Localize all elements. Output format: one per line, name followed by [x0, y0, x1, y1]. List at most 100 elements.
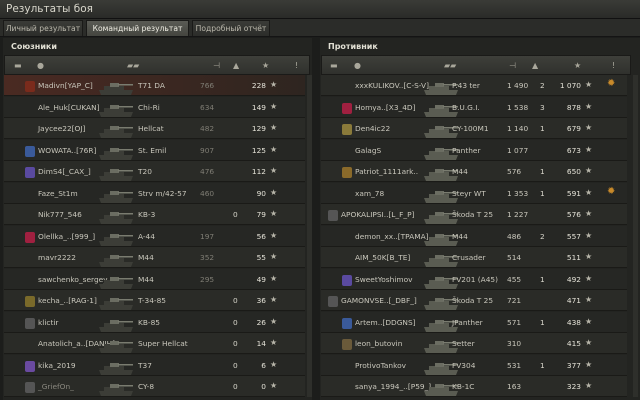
enemy-row[interactable]: leon_butovin Setter 310 415 ★	[321, 333, 627, 354]
player-name[interactable]: kika_2019	[38, 361, 76, 370]
points-value: 0	[261, 382, 266, 391]
enemy-row[interactable]: GalagS Panther 1 077 673 ★	[321, 139, 627, 161]
player-name[interactable]: mavr2222	[38, 253, 76, 262]
ally-row[interactable]: kecha_..[RAG-1] T-34-85 0 36 ★	[4, 290, 305, 311]
tank-col-icon[interactable]: ▰▰	[444, 61, 456, 70]
tank-name: CY-100M1	[452, 124, 489, 133]
tank-icon	[96, 210, 136, 225]
clan-badge-icon	[328, 210, 338, 221]
damage-value: 1 353	[507, 188, 529, 198]
clan-badge-icon	[25, 167, 35, 178]
player-name[interactable]: Madivn[YAP_C]	[38, 81, 93, 90]
enemy-row[interactable]: APOKALIPSI..[L_F_P] Škoda T 25 1 227 576 ★	[321, 204, 627, 225]
enemy-row[interactable]: xxxKULIKOV..[C-S-V] P.43 ter 1 490 2 1 070 ★ ✹	[321, 75, 627, 96]
player-name[interactable]: GalagS	[355, 146, 381, 155]
player-name[interactable]: kecha_..[RAG-1]	[38, 296, 97, 305]
tank-name: Crusader	[452, 253, 486, 262]
points-col-icon[interactable]: ★	[262, 61, 269, 70]
player-name[interactable]: APOKALIPSI..[L_F_P]	[341, 210, 414, 219]
enemy-row[interactable]: Den4ic22 CY-100M1 1 140 1 679 ★	[321, 118, 627, 139]
ally-row[interactable]: sawchenko_sergey M44 295 49 ★	[4, 268, 305, 290]
player-name[interactable]: DimS4[_CAX_]	[38, 167, 91, 176]
player-name[interactable]: klictir	[38, 318, 58, 327]
platoon-col-icon[interactable]: ▬	[330, 61, 338, 70]
ally-row[interactable]: Olellka_..[999_] A-44 197 56 ★	[4, 225, 305, 247]
tank-name: Chi-Ri	[138, 102, 160, 112]
ally-row[interactable]: DimS4[_CAX_] T20 476 112 ★	[4, 161, 305, 182]
tank-col-icon[interactable]: ▰▰	[127, 61, 139, 70]
player-name[interactable]: Homya..[X3_4D]	[355, 103, 416, 112]
ally-row[interactable]: _GriefOn_ CY-8 0 0 ★	[4, 376, 305, 397]
tank-name: KB-1C	[452, 382, 475, 391]
enemies-scrollbar[interactable]	[633, 75, 638, 397]
enemy-row[interactable]: SweetYoshimov FV201 (A45) 455 1 492 ★	[321, 268, 627, 290]
tank-name: P.43 ter	[452, 81, 480, 90]
player-name[interactable]: GAMONVSE..[_DBF_]	[341, 296, 417, 305]
player-name[interactable]: leon_butovin	[355, 339, 402, 348]
enemy-row[interactable]: Artem..[DDGNS] JPanther 571 1 438 ★	[321, 311, 627, 333]
ally-row[interactable]: WOWATA..[76R] St. Emil 907 125 ★	[4, 139, 305, 161]
platoon-col-icon[interactable]: ▬	[14, 61, 22, 70]
kills-col-icon[interactable]: ▲	[233, 61, 239, 70]
damage-col-icon[interactable]: ⊣	[509, 61, 516, 70]
ally-row[interactable]: mavr2222 M44 352 55 ★	[4, 247, 305, 268]
enemy-row[interactable]: demon_xx..[TPAMA] M44 486 2 557 ★	[321, 225, 627, 247]
points-col-icon[interactable]: ★	[574, 61, 581, 70]
ally-row[interactable]: Faze_St1m Strv m/42-57 460 90 ★	[4, 182, 305, 204]
enemy-row[interactable]: xam_78 Steyr WT 1 353 1 591 ★ ✹	[321, 182, 627, 204]
tank-name: Setter	[452, 339, 475, 348]
tank-name: CY-8	[138, 382, 155, 391]
damage-value: 907	[200, 145, 215, 155]
enemy-row[interactable]: GAMONVSE..[_DBF_] Škoda T 25 721 471 ★	[321, 290, 627, 311]
player-name[interactable]: SweetYoshimov	[355, 275, 412, 284]
player-name[interactable]: Ale_Huk[CUKAN]	[38, 103, 100, 112]
ally-row[interactable]: Jaycee22[OJ] Hellcat 482 129 ★	[4, 118, 305, 139]
player-name[interactable]: _GriefOn_	[38, 382, 74, 391]
status-col-icon[interactable]: !	[612, 61, 615, 70]
kills-col-icon[interactable]: ▲	[532, 61, 538, 70]
status-col-icon[interactable]: !	[295, 61, 298, 70]
player-name[interactable]: xam_78	[355, 189, 384, 198]
points-value: 650	[566, 167, 581, 176]
tank-icon	[96, 275, 136, 290]
player-name[interactable]: Den4ic22	[355, 124, 390, 133]
tank-name: T71 DA	[138, 81, 165, 90]
tab-team-result[interactable]: Командный результат	[86, 20, 189, 36]
tank-icon	[96, 103, 136, 118]
player-name[interactable]: Artem..[DDGNS]	[355, 318, 416, 327]
player-name[interactable]: ProtivoTankov	[355, 361, 406, 370]
player-name[interactable]: sanya_1994_..[P59_]	[355, 382, 431, 391]
player-name[interactable]: WOWATA..[76R]	[38, 146, 96, 155]
points-value: 79	[256, 210, 266, 219]
player-name[interactable]: Jaycee22[OJ]	[38, 124, 85, 133]
player-name[interactable]: Nik777_546	[38, 210, 82, 219]
player-name[interactable]: Patriot_1111ark..	[355, 167, 418, 176]
ally-row[interactable]: klictir KB-85 0 26 ★	[4, 311, 305, 333]
ally-row[interactable]: Madivn[YAP_C] T71 DA 766 228 ★	[4, 75, 305, 96]
player-col-icon[interactable]: ●	[354, 61, 361, 70]
enemy-row[interactable]: AIM_50K[B_TE] Crusader 514 511 ★	[321, 247, 627, 268]
allies-scrollbar[interactable]	[307, 75, 312, 397]
enemy-row[interactable]: Patriot_1111ark.. M44 576 1 650 ★	[321, 161, 627, 182]
enemy-row[interactable]: sanya_1994_..[P59_] KB-1C 163 323 ★	[321, 376, 627, 397]
enemy-row[interactable]: ProtivoTankov FV304 531 1 377 ★	[321, 354, 627, 376]
ally-row[interactable]: Nik777_546 KB-3 0 79 ★	[4, 204, 305, 225]
ally-row[interactable]: kika_2019 T37 0 6 ★	[4, 354, 305, 376]
player-name[interactable]: demon_xx..[TPAMA]	[355, 232, 429, 241]
points-value: 679	[566, 124, 581, 133]
player-name[interactable]: Olellka_..[999_]	[38, 232, 95, 241]
player-name[interactable]: AIM_50K[B_TE]	[355, 253, 410, 262]
player-name[interactable]: xxxKULIKOV..[C-S-V]	[355, 81, 429, 90]
player-name[interactable]: Faze_St1m	[38, 189, 78, 198]
tab-personal-result[interactable]: Личный результат	[3, 20, 83, 36]
points-value: 591	[566, 188, 581, 198]
enemy-row[interactable]: Homya..[X3_4D] B.U.G.I. 1 538 3 878 ★	[321, 96, 627, 118]
star-icon: ★	[585, 273, 593, 283]
clan-badge-icon	[342, 274, 352, 286]
ally-row[interactable]: Anatolich_a..[DANIH] Super Hellcat 0 14 ★	[4, 333, 305, 354]
damage-col-icon[interactable]: ⊣	[213, 61, 220, 70]
ally-row[interactable]: Ale_Huk[CUKAN] Chi-Ri 634 149 ★	[4, 96, 305, 118]
tab-detailed-report[interactable]: Подробный отчёт	[192, 20, 270, 36]
player-col-icon[interactable]: ●	[37, 61, 44, 70]
star-icon: ★	[585, 252, 593, 261]
